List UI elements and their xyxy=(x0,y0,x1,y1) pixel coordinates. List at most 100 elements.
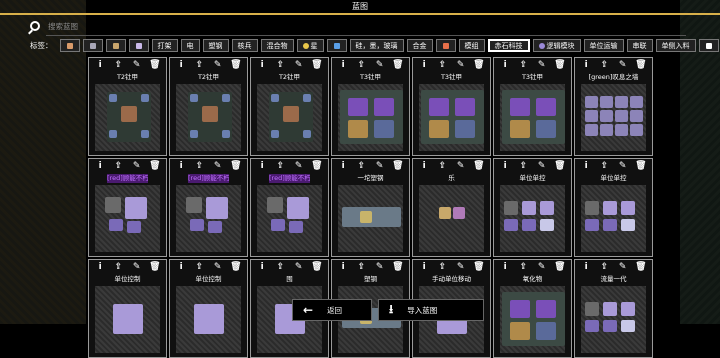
pencil-icon[interactable]: ✎ xyxy=(456,263,466,273)
trash-icon[interactable]: 🗑 xyxy=(473,61,484,71)
pencil-icon[interactable]: ✎ xyxy=(294,263,304,273)
info-icon[interactable]: i xyxy=(257,61,267,71)
info-icon[interactable]: i xyxy=(581,61,591,71)
tag-chip[interactable]: 合金 xyxy=(406,38,433,52)
info-icon[interactable]: i xyxy=(581,263,591,273)
upload-icon[interactable]: ⇪ xyxy=(518,61,528,71)
pencil-icon[interactable]: ✎ xyxy=(618,263,628,273)
trash-icon[interactable]: 🗑 xyxy=(311,162,322,172)
trash-icon[interactable]: 🗑 xyxy=(392,61,403,71)
pencil-icon[interactable]: ✎ xyxy=(618,162,628,172)
pencil-icon[interactable]: ✎ xyxy=(213,263,223,273)
tag-chip[interactable]: 硅，墨，玻璃 xyxy=(349,38,404,52)
trash-icon[interactable]: 🗑 xyxy=(392,263,403,273)
pencil-icon[interactable]: ✎ xyxy=(294,162,304,172)
blueprint-card[interactable]: i ⇪ ✎ 🗑 [green]叹息之墙 xyxy=(574,57,653,156)
blueprint-preview[interactable] xyxy=(581,84,646,151)
trash-icon[interactable]: 🗑 xyxy=(635,162,646,172)
tag-chip[interactable]: 单位运输 xyxy=(583,38,624,52)
pencil-icon[interactable]: ✎ xyxy=(294,61,304,71)
blueprint-preview[interactable] xyxy=(176,286,241,353)
upload-icon[interactable]: ⇪ xyxy=(356,162,366,172)
tag-chip[interactable] xyxy=(698,38,719,52)
pencil-icon[interactable]: ✎ xyxy=(213,61,223,71)
tag-chip[interactable] xyxy=(105,38,126,52)
blueprint-card[interactable]: i ⇪ ✎ 🗑 乐 xyxy=(412,158,491,257)
info-icon[interactable]: i xyxy=(338,162,348,172)
tag-chip[interactable] xyxy=(128,38,149,52)
blueprint-preview[interactable] xyxy=(419,84,484,151)
info-icon[interactable]: i xyxy=(176,61,186,71)
blueprint-card[interactable]: i ⇪ ✎ 🗑 T3钍甲 xyxy=(331,57,410,156)
upload-icon[interactable]: ⇪ xyxy=(599,263,609,273)
info-icon[interactable]: i xyxy=(176,162,186,172)
trash-icon[interactable]: 🗑 xyxy=(149,263,160,273)
pencil-icon[interactable]: ✎ xyxy=(456,162,466,172)
info-icon[interactable]: i xyxy=(338,61,348,71)
blueprint-card[interactable]: i ⇪ ✎ 🗑 单位控制 xyxy=(88,259,167,358)
tag-chip[interactable] xyxy=(326,38,347,52)
import-blueprint-button[interactable]: ⭳ 导入蓝图 xyxy=(378,299,484,321)
pencil-icon[interactable]: ✎ xyxy=(213,162,223,172)
pencil-icon[interactable]: ✎ xyxy=(618,61,628,71)
upload-icon[interactable]: ⇪ xyxy=(599,162,609,172)
upload-icon[interactable]: ⇪ xyxy=(437,61,447,71)
tag-chip[interactable]: 塑钢 xyxy=(202,38,229,52)
upload-icon[interactable]: ⇪ xyxy=(194,61,204,71)
upload-icon[interactable]: ⇪ xyxy=(275,162,285,172)
info-icon[interactable]: i xyxy=(95,263,105,273)
upload-icon[interactable]: ⇪ xyxy=(113,263,123,273)
upload-icon[interactable]: ⇪ xyxy=(518,162,528,172)
trash-icon[interactable]: 🗑 xyxy=(635,263,646,273)
tag-chip[interactable]: 逻辑模块 xyxy=(532,38,581,52)
trash-icon[interactable]: 🗑 xyxy=(149,162,160,172)
blueprint-card[interactable]: i ⇪ ✎ 🗑 单位控制 xyxy=(169,259,248,358)
info-icon[interactable]: i xyxy=(419,263,429,273)
trash-icon[interactable]: 🗑 xyxy=(311,61,322,71)
info-icon[interactable]: i xyxy=(419,162,429,172)
blueprint-card[interactable]: i ⇪ ✎ 🗑 T2钍甲 xyxy=(88,57,167,156)
info-icon[interactable]: i xyxy=(257,263,267,273)
blueprint-preview[interactable] xyxy=(176,84,241,151)
blueprint-preview[interactable] xyxy=(500,84,565,151)
blueprint-preview[interactable] xyxy=(257,84,322,151)
info-icon[interactable]: i xyxy=(500,162,510,172)
blueprint-card[interactable]: i ⇪ ✎ 🗑 T2钍甲 xyxy=(250,57,329,156)
pencil-icon[interactable]: ✎ xyxy=(456,61,466,71)
upload-icon[interactable]: ⇪ xyxy=(599,61,609,71)
blueprint-card[interactable]: i ⇪ ✎ 🗑 氧化物 xyxy=(493,259,572,358)
blueprint-preview[interactable] xyxy=(176,185,241,252)
info-icon[interactable]: i xyxy=(581,162,591,172)
blueprint-card[interactable]: i ⇪ ✎ 🗑 单位单控 xyxy=(493,158,572,257)
pencil-icon[interactable]: ✎ xyxy=(537,263,547,273)
tag-chip[interactable]: 混合物 xyxy=(260,38,294,52)
blueprint-card[interactable]: i ⇪ ✎ 🗑 T2钍甲 xyxy=(169,57,248,156)
blueprint-preview[interactable] xyxy=(95,84,160,151)
info-icon[interactable]: i xyxy=(95,61,105,71)
trash-icon[interactable]: 🗑 xyxy=(149,61,160,71)
trash-icon[interactable]: 🗑 xyxy=(230,263,241,273)
tag-chip[interactable]: 模组 xyxy=(458,38,485,52)
tag-chip[interactable]: 星 xyxy=(296,38,324,52)
upload-icon[interactable]: ⇪ xyxy=(518,263,528,273)
info-icon[interactable]: i xyxy=(500,61,510,71)
upload-icon[interactable]: ⇪ xyxy=(356,263,366,273)
info-icon[interactable]: i xyxy=(95,162,105,172)
info-icon[interactable]: i xyxy=(176,263,186,273)
blueprint-preview[interactable] xyxy=(95,185,160,252)
tag-chip[interactable] xyxy=(82,38,103,52)
info-icon[interactable]: i xyxy=(338,263,348,273)
info-icon[interactable]: i xyxy=(419,61,429,71)
pencil-icon[interactable]: ✎ xyxy=(132,61,142,71)
blueprint-preview[interactable] xyxy=(95,286,160,353)
blueprint-preview[interactable] xyxy=(581,185,646,252)
blueprint-card[interactable]: i ⇪ ✎ 🗑 流量一代 xyxy=(574,259,653,358)
pencil-icon[interactable]: ✎ xyxy=(132,162,142,172)
blueprint-card[interactable]: i ⇪ ✎ 🗑 T3钍甲 xyxy=(412,57,491,156)
blueprint-preview[interactable] xyxy=(581,286,646,353)
blueprint-preview[interactable] xyxy=(338,185,403,252)
pencil-icon[interactable]: ✎ xyxy=(375,162,385,172)
pencil-icon[interactable]: ✎ xyxy=(375,263,385,273)
blueprint-preview[interactable] xyxy=(338,84,403,151)
tag-chip[interactable]: 打架 xyxy=(151,38,178,52)
